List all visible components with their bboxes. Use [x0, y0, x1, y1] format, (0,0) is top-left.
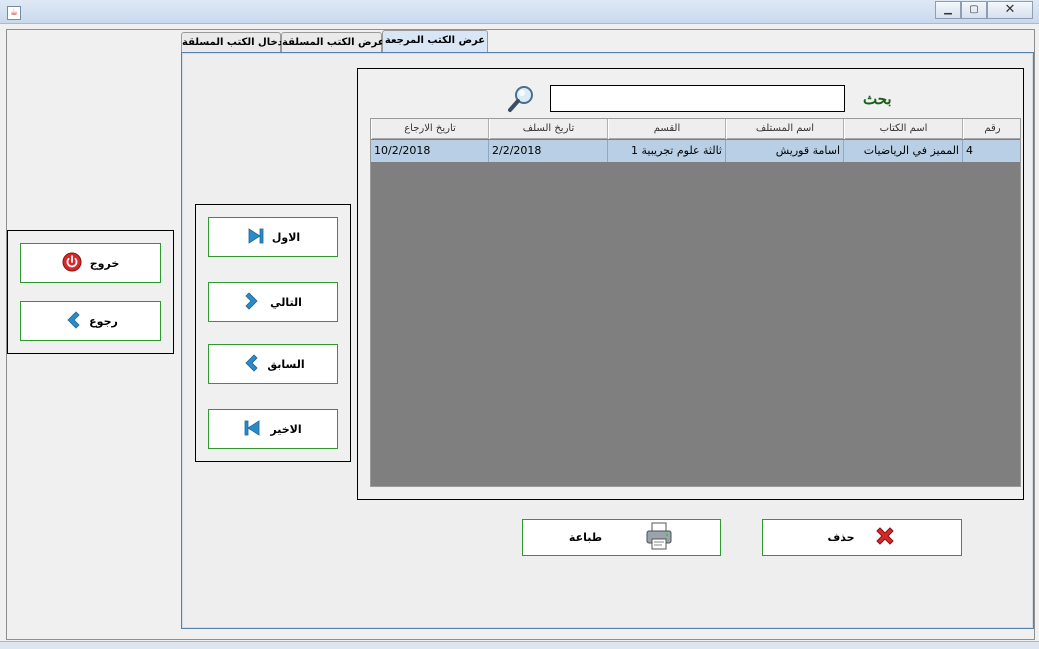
delete-button-label: حذف: [827, 531, 855, 544]
tab-view-returned-books[interactable]: عرض الكتب المرجعة: [382, 30, 488, 52]
print-button[interactable]: طباعة: [522, 519, 721, 556]
skip-last-icon: [244, 418, 262, 441]
magnifier-icon[interactable]: [506, 84, 536, 114]
column-header-borrower[interactable]: اسم المستلف: [726, 119, 844, 139]
previous-record-label: السابق: [267, 357, 305, 371]
table-row[interactable]: 4 المميز في الرياضيات اسامة قوريش ثالثة …: [371, 140, 1020, 162]
chevron-right-icon: [244, 291, 262, 314]
column-header-number[interactable]: رقم: [963, 119, 1020, 139]
previous-record-button[interactable]: السابق: [208, 344, 338, 384]
cell-book: المميز في الرياضيات: [844, 140, 963, 162]
first-record-label: الاول: [271, 230, 301, 244]
window-controls: ▁ ▢ ✕: [935, 1, 1033, 19]
back-button-label: رجوع: [89, 314, 118, 328]
window-bottom-edge: [0, 641, 1039, 649]
close-window-button[interactable]: ✕: [987, 1, 1033, 19]
search-label: بحث: [863, 90, 892, 108]
cell-borrower: اسامة قوريش: [726, 140, 844, 162]
maximize-button[interactable]: ▢: [961, 1, 987, 19]
cell-number: 4: [963, 140, 1020, 162]
next-record-label: التالي: [270, 295, 302, 309]
skip-first-icon: [246, 226, 264, 249]
next-record-button[interactable]: التالي: [208, 282, 338, 322]
cell-return-date: 10/2/2018: [371, 140, 489, 162]
exit-button-label: خروج: [89, 256, 120, 270]
java-cup-icon: ☕: [7, 6, 21, 20]
column-header-section[interactable]: القسم: [608, 119, 726, 139]
last-record-button[interactable]: الاخير: [208, 409, 338, 449]
search-input[interactable]: [550, 85, 845, 112]
chevron-left-icon: [241, 353, 259, 376]
tab-enter-loaned-books[interactable]: ادخال الكتب المسلقة: [181, 32, 286, 52]
column-header-borrow-date[interactable]: تاريخ السلف: [489, 119, 608, 139]
table-header: رقم اسم الكتاب اسم المستلف القسم تاريخ ا…: [371, 119, 1020, 139]
cell-borrow-date: 2/2/2018: [489, 140, 608, 162]
tab-view-loaned-books[interactable]: عرض الكتب المسلقة: [281, 32, 385, 52]
minimize-button[interactable]: ▁: [935, 1, 961, 19]
window-titlebar: ☕ ▁ ▢ ✕: [0, 0, 1039, 24]
back-button[interactable]: رجوع: [20, 301, 161, 341]
column-header-book[interactable]: اسم الكتاب: [844, 119, 963, 139]
records-table[interactable]: رقم اسم الكتاب اسم المستلف القسم تاريخ ا…: [370, 118, 1021, 487]
print-button-label: طباعة: [568, 531, 603, 544]
printer-icon: [644, 521, 674, 554]
chevron-left-icon: [63, 310, 81, 333]
column-header-return-date[interactable]: تاريخ الارجاع: [371, 119, 489, 139]
delete-button[interactable]: حذف: [762, 519, 962, 556]
red-x-icon: [873, 524, 897, 551]
exit-button[interactable]: خروج: [20, 243, 161, 283]
first-record-button[interactable]: الاول: [208, 217, 338, 257]
last-record-label: الاخير: [270, 422, 302, 436]
cell-section: ثالثة علوم تجريبية 1: [608, 140, 726, 162]
power-icon: [62, 252, 82, 275]
